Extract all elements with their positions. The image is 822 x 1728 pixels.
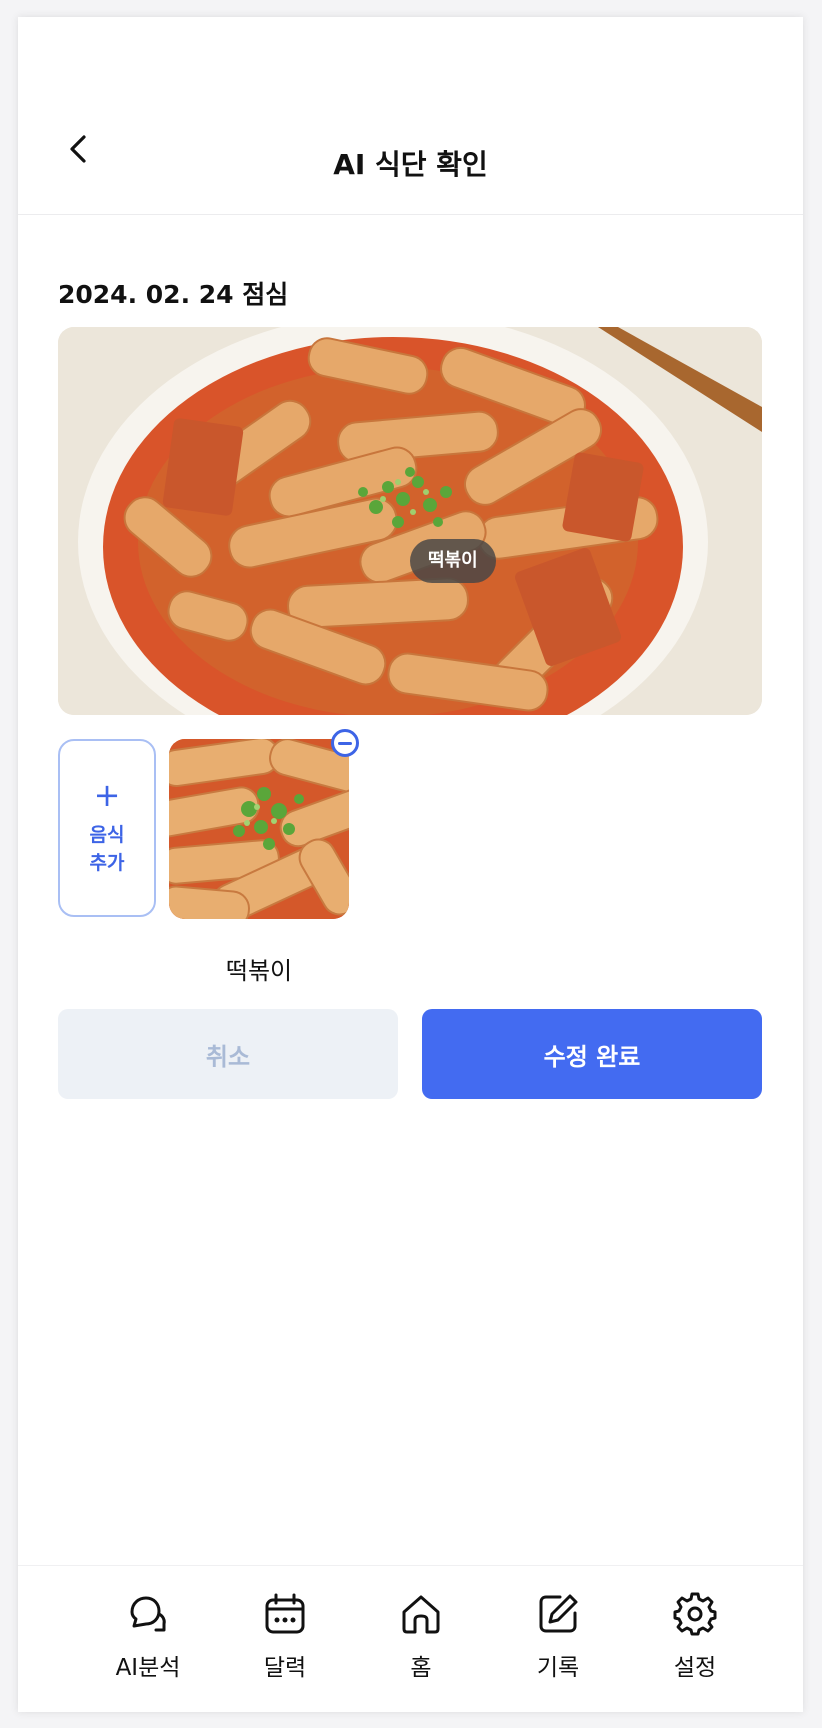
bottom-navigation: AI분석 달력 홈 기록 설정: [18, 1565, 803, 1712]
meal-date-label: 2024. 02. 24 점심: [58, 280, 289, 309]
gear-icon: [673, 1592, 717, 1636]
food-thumbnail[interactable]: [169, 739, 349, 919]
nav-item-settings[interactable]: 설정: [640, 1592, 750, 1692]
nav-item-home[interactable]: 홈: [366, 1592, 476, 1692]
food-item-name: 떡볶이: [225, 957, 293, 985]
nav-item-ai-analysis[interactable]: AI분석: [93, 1592, 203, 1692]
nav-item-calendar[interactable]: 달력: [230, 1592, 340, 1692]
add-food-label: 음식 추가: [89, 824, 125, 874]
edit-icon: [539, 1594, 578, 1633]
chat-bubbles-icon: [130, 1596, 166, 1632]
meal-photo: [58, 327, 762, 715]
page-title: AI 식단 확인: [333, 148, 488, 181]
nav-label-record: 기록: [536, 1655, 580, 1681]
nav-label-ai-analysis: AI분석: [115, 1655, 181, 1681]
complete-edit-button[interactable]: 수정 완료: [422, 1009, 762, 1099]
plus-icon: +: [93, 776, 121, 814]
add-food-button[interactable]: + 음식 추가: [58, 739, 156, 917]
nav-item-record[interactable]: 기록: [503, 1592, 613, 1692]
top-bar: AI 식단 확인: [18, 17, 803, 215]
home-icon: [402, 1595, 440, 1634]
minus-icon: [338, 741, 352, 745]
cancel-button[interactable]: 취소: [58, 1009, 398, 1099]
nav-label-home: 홈: [410, 1655, 432, 1681]
nav-label-settings: 설정: [673, 1655, 717, 1681]
app-screen: AI 식단 확인 2024. 02. 24 점심 떡볶이 + 음식 추가 떡볶이…: [18, 17, 803, 1712]
remove-food-button[interactable]: [331, 729, 359, 757]
food-detect-tag[interactable]: 떡볶이: [410, 539, 496, 583]
calendar-icon: [265, 1593, 305, 1634]
nav-label-calendar: 달력: [263, 1655, 307, 1681]
